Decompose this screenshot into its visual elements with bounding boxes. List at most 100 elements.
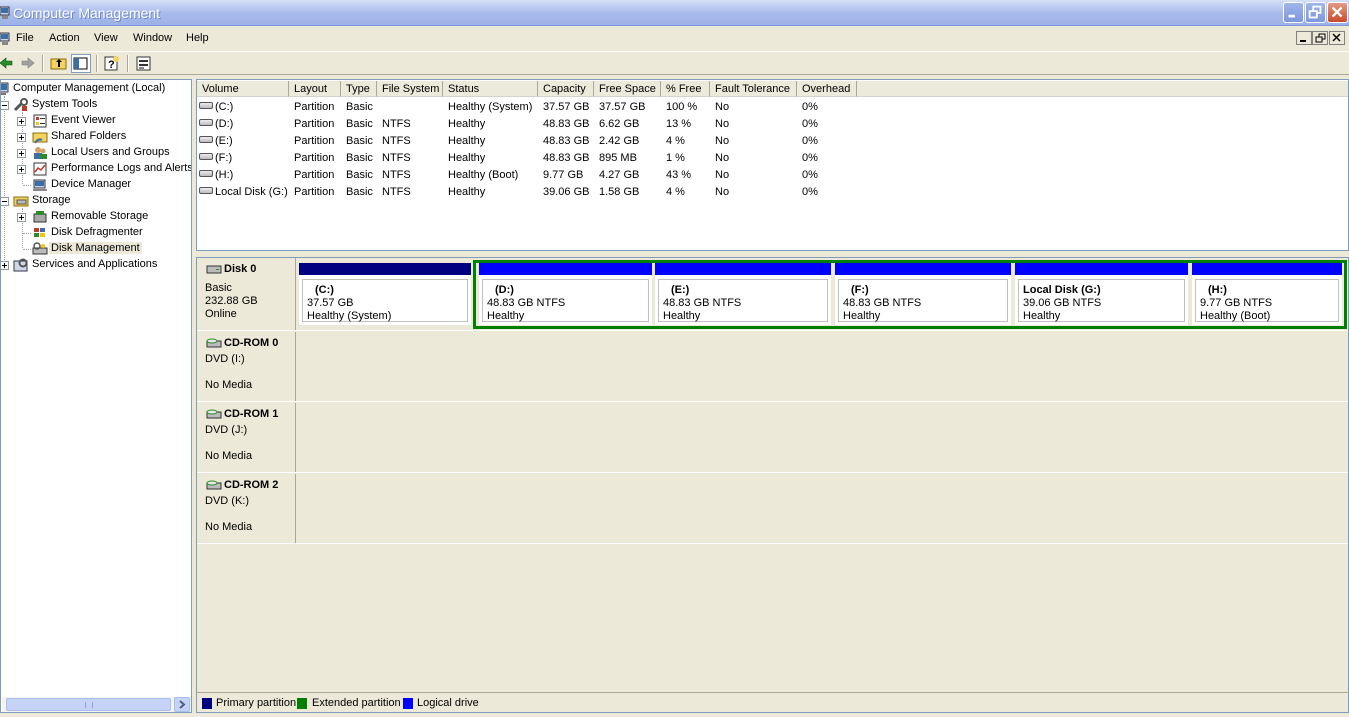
child-minimize-button[interactable] xyxy=(1296,31,1312,45)
drive-icon xyxy=(199,119,213,126)
column-header-fault-tolerance[interactable]: Fault Tolerance xyxy=(710,81,797,97)
volume-cell-overhead: 0% xyxy=(802,118,818,130)
restore-button[interactable] xyxy=(1305,2,1326,23)
properties-button[interactable] xyxy=(134,54,154,73)
help-button[interactable]: ? xyxy=(102,54,122,73)
disk-label-cdrom-0[interactable]: CD-ROM 0 DVD (I:) No Media xyxy=(197,332,296,401)
toolbar: ? xyxy=(0,51,1349,75)
partition-status: Healthy xyxy=(663,310,701,322)
disk-management-icon xyxy=(32,242,48,255)
disk-type: DVD (K:) xyxy=(205,495,249,507)
expander-system-tools[interactable] xyxy=(1,101,9,110)
disk-row-disk-0[interactable]: Disk 0 Basic 232.88 GB Online (C:) 37.57… xyxy=(197,258,1348,331)
volume-cell-volume: (D:) xyxy=(215,118,234,130)
disk-graphical-view[interactable]: Disk 0 Basic 232.88 GB Online (C:) 37.57… xyxy=(196,257,1349,713)
expander-performance-logs[interactable] xyxy=(17,165,26,174)
forward-button[interactable] xyxy=(18,54,38,73)
up-one-level-button[interactable] xyxy=(49,54,69,73)
disk-status: No Media xyxy=(205,379,253,391)
volume-cell--free: 4 % xyxy=(666,135,685,147)
column-header-status[interactable]: Status xyxy=(443,81,538,97)
partition-name: (E:) xyxy=(671,284,690,296)
menu-help[interactable]: Help xyxy=(186,32,209,44)
partition-type-bar xyxy=(299,263,471,275)
child-close-button[interactable] xyxy=(1329,31,1345,45)
volume-row[interactable]: (C:) Partition Basic Healthy (System) 37.57 … xyxy=(197,98,1348,115)
volume-cell-type: Basic xyxy=(346,169,373,181)
partition-h[interactable]: (H:) 9.77 GB NTFS Healthy (Boot) xyxy=(1192,263,1342,325)
column-header-free-space[interactable]: Free Space xyxy=(594,81,661,97)
partition-f[interactable]: (F:) 48.83 GB NTFS Healthy xyxy=(835,263,1011,325)
column-header-capacity[interactable]: Capacity xyxy=(538,81,594,97)
volume-list[interactable]: Volume Layout Type File System Status Ca… xyxy=(196,79,1349,251)
title-bar[interactable]: Computer Management xyxy=(0,0,1349,26)
disk-name: CD-ROM 0 xyxy=(224,337,279,349)
storage-icon xyxy=(13,196,29,207)
expander-shared-folders[interactable] xyxy=(17,133,26,142)
column-header-type[interactable]: Type xyxy=(341,81,377,97)
console-tree[interactable]: Computer Management (Local) System Tools… xyxy=(0,79,192,713)
volume-cell-status: Healthy (System) xyxy=(448,101,533,113)
tree-line xyxy=(23,185,31,186)
volume-cell-file-system: NTFS xyxy=(382,169,411,181)
device-manager-icon xyxy=(33,179,47,191)
event-viewer-icon xyxy=(33,114,47,128)
back-arrow-icon xyxy=(0,57,13,69)
partition-type-bar xyxy=(1015,263,1188,275)
volume-cell-type: Basic xyxy=(346,118,373,130)
expander-local-users[interactable] xyxy=(17,149,26,158)
partition-e[interactable]: (E:) 48.83 GB NTFS Healthy xyxy=(655,263,831,325)
volume-cell-volume: (E:) xyxy=(215,135,233,147)
column-header-percent-free[interactable]: % Free xyxy=(661,81,710,97)
expander-event-viewer[interactable] xyxy=(17,117,26,126)
removable-storage-icon xyxy=(33,211,47,223)
menu-file[interactable]: File xyxy=(16,32,34,44)
partition-c[interactable]: (C:) 37.57 GB Healthy (System) xyxy=(299,263,471,325)
column-header-volume[interactable]: Volume xyxy=(197,81,289,97)
properties-icon xyxy=(136,56,151,71)
show-hide-tree-button[interactable] xyxy=(71,54,91,73)
volume-cell-type: Basic xyxy=(346,152,373,164)
partition-g[interactable]: Local Disk (G:) 39.06 GB NTFS Healthy xyxy=(1015,263,1188,325)
volume-cell--free: 4 % xyxy=(666,186,685,198)
volume-row[interactable]: (H:) Partition Basic NTFS Healthy (Boot) 9.77… xyxy=(197,166,1348,183)
disk-row-cdrom-2[interactable]: CD-ROM 2 DVD (K:) No Media xyxy=(197,474,1348,544)
disk-label-cdrom-2[interactable]: CD-ROM 2 DVD (K:) No Media xyxy=(197,474,296,543)
menu-view[interactable]: View xyxy=(94,32,118,44)
disk-row-cdrom-0[interactable]: CD-ROM 0 DVD (I:) No Media xyxy=(197,332,1348,402)
volume-cell-overhead: 0% xyxy=(802,152,818,164)
volume-cell-capacity: 48.83 GB xyxy=(543,135,590,147)
volume-row[interactable]: (D:) Partition Basic NTFS Healthy 48.83 GB 6.6… xyxy=(197,115,1348,132)
column-header-layout[interactable]: Layout xyxy=(289,81,341,97)
partition-status: Healthy xyxy=(487,310,525,322)
disk-row-cdrom-1[interactable]: CD-ROM 1 DVD (J:) No Media xyxy=(197,403,1348,473)
volume-row[interactable]: (F:) Partition Basic NTFS Healthy 48.83 GB 895… xyxy=(197,149,1348,166)
scrollbar-thumb[interactable] xyxy=(6,698,171,711)
partition-type-bar xyxy=(835,263,1011,275)
close-button[interactable] xyxy=(1327,2,1348,23)
volume-cell-free-space: 1.58 GB xyxy=(599,186,640,198)
volume-cell-capacity: 37.57 GB xyxy=(543,101,590,113)
volume-cell-fault-tolerance: No xyxy=(715,152,730,164)
scroll-right-button[interactable] xyxy=(174,697,190,712)
volume-cell-layout: Partition xyxy=(294,135,335,147)
expander-storage[interactable] xyxy=(1,197,9,206)
disk-label-cdrom-1[interactable]: CD-ROM 1 DVD (J:) No Media xyxy=(197,403,296,472)
volume-cell-layout: Partition xyxy=(294,186,335,198)
partition-d[interactable]: (D:) 48.83 GB NTFS Healthy xyxy=(479,263,652,325)
tree-horizontal-scrollbar[interactable] xyxy=(2,697,191,712)
expander-services-applications[interactable] xyxy=(1,261,9,270)
volume-cell-file-system: NTFS xyxy=(382,118,411,130)
volume-row[interactable]: Local Disk (G:) Partition Basic NTFS Healthy… xyxy=(197,183,1348,200)
expander-removable-storage[interactable] xyxy=(17,213,26,222)
disk-label-disk-0[interactable]: Disk 0 Basic 232.88 GB Online xyxy=(197,258,296,330)
column-header-file-system[interactable]: File System xyxy=(377,81,443,97)
back-button[interactable] xyxy=(0,54,16,73)
minimize-button[interactable] xyxy=(1283,2,1304,23)
child-restore-button[interactable] xyxy=(1312,31,1328,45)
partition-status: Healthy (System) xyxy=(307,310,392,322)
volume-row[interactable]: (E:) Partition Basic NTFS Healthy 48.83 GB 2.4… xyxy=(197,132,1348,149)
column-header-overhead[interactable]: Overhead xyxy=(797,81,857,97)
menu-window[interactable]: Window xyxy=(133,32,172,44)
menu-action[interactable]: Action xyxy=(49,32,80,44)
